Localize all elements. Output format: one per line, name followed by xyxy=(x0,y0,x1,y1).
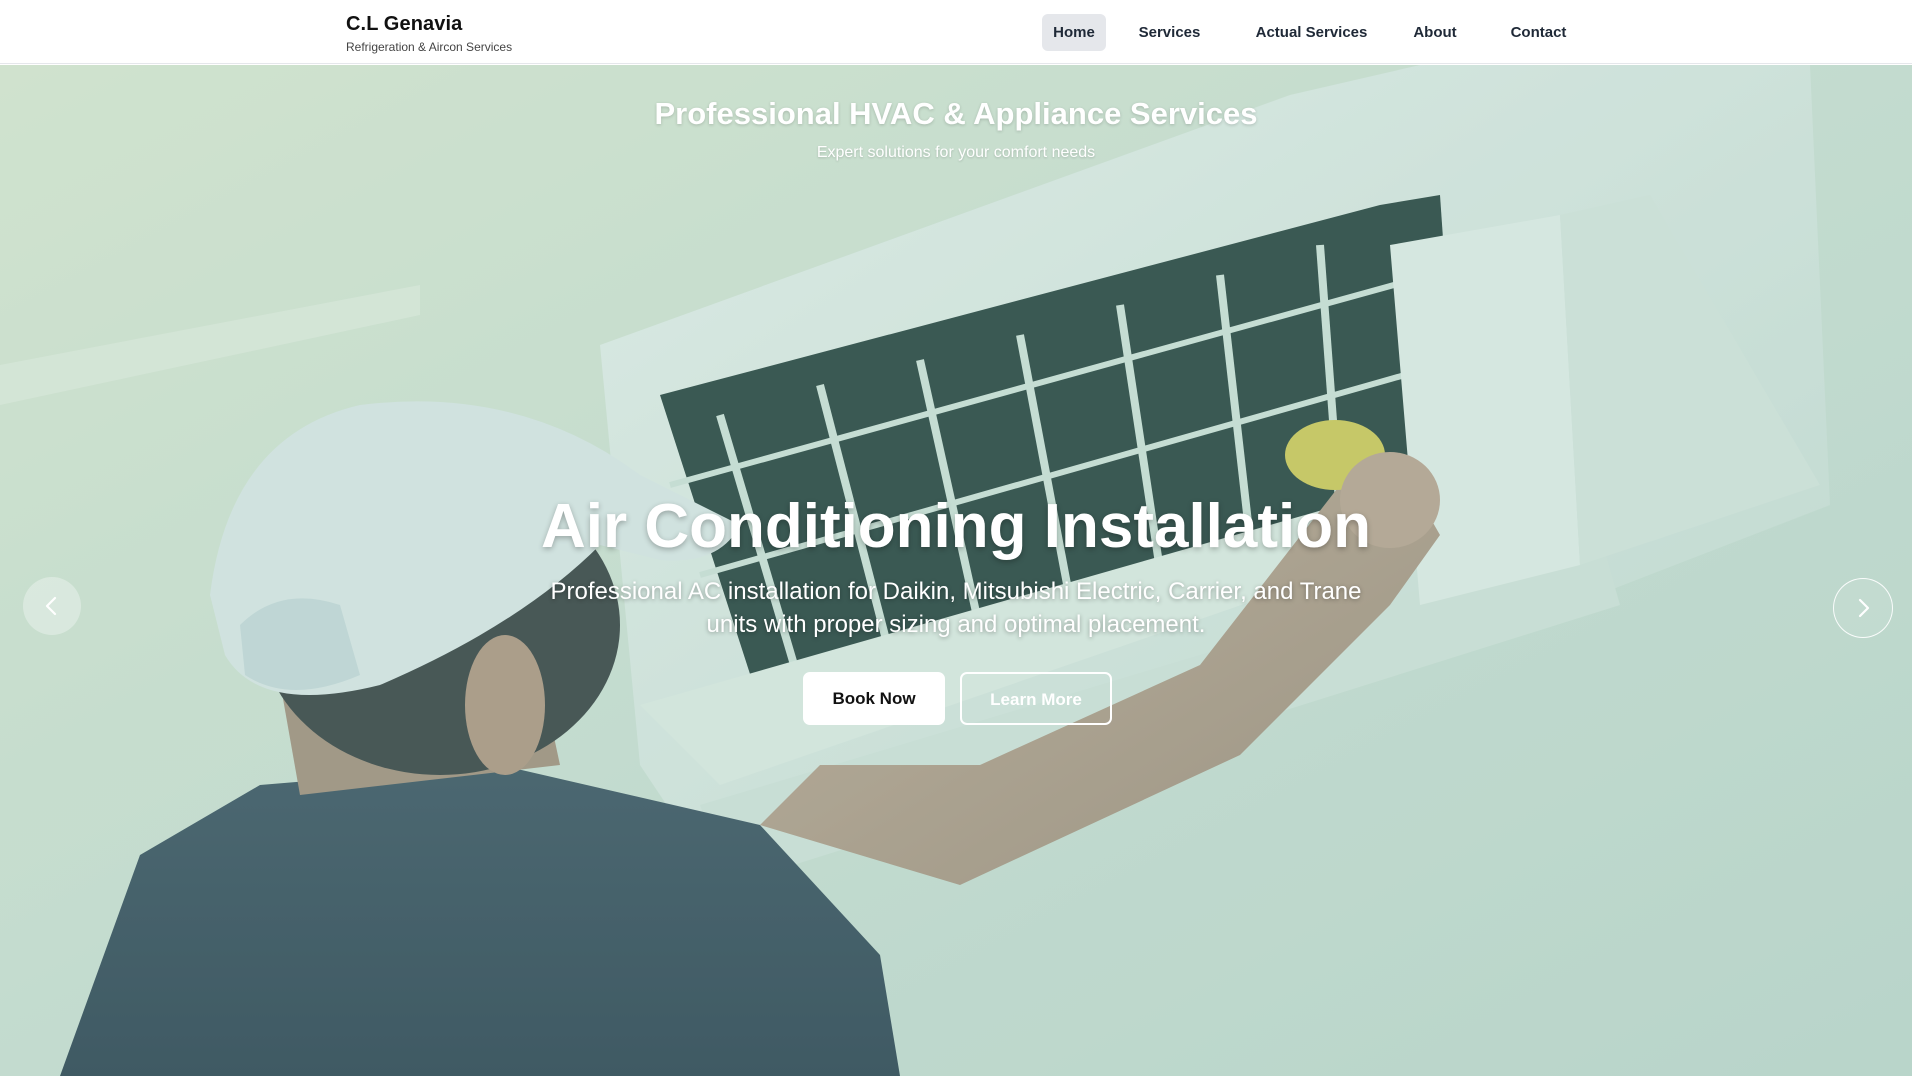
book-now-button[interactable]: Book Now xyxy=(803,672,945,725)
brand-name: C.L Genavia xyxy=(346,13,463,35)
nav-about[interactable]: About xyxy=(1407,14,1463,51)
nav-services[interactable]: Services xyxy=(1133,14,1206,51)
chevron-right-icon xyxy=(1858,598,1870,618)
chevron-left-icon xyxy=(45,596,57,616)
slide-description: Professional AC installation for Daikin,… xyxy=(550,578,1362,638)
carousel-prev-button[interactable] xyxy=(23,577,81,635)
brand[interactable]: C.L Genavia Refrigeration & Aircon Servi… xyxy=(346,13,512,54)
hero-overlay xyxy=(0,65,1912,1076)
carousel-next-button[interactable] xyxy=(1833,578,1893,638)
hero-heading: Professional HVAC & Appliance Services xyxy=(654,96,1258,131)
hero-carousel: Professional HVAC & Appliance Services E… xyxy=(0,65,1912,1076)
slide-title: Air Conditioning Installation xyxy=(540,492,1372,561)
hero-subheading: Expert solutions for your comfort needs xyxy=(816,144,1096,161)
learn-more-button[interactable]: Learn More xyxy=(960,672,1112,725)
nav-home[interactable]: Home xyxy=(1042,14,1106,51)
nav-actual-services[interactable]: Actual Services xyxy=(1250,14,1373,51)
nav-contact[interactable]: Contact xyxy=(1501,14,1576,51)
site-header: C.L Genavia Refrigeration & Aircon Servi… xyxy=(0,0,1912,64)
brand-tagline: Refrigeration & Aircon Services xyxy=(346,40,513,54)
